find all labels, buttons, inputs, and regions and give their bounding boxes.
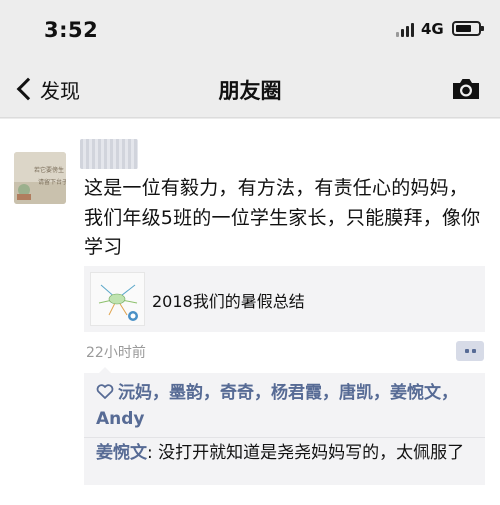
status-bar: 3:52 4G <box>0 0 500 60</box>
like-name[interactable]: 墨韵 <box>169 383 203 403</box>
likes-row: 沅妈，墨韵，奇奇，杨君霞，唐凯，姜惋文，Andy <box>96 383 458 429</box>
camera-icon[interactable] <box>451 77 481 101</box>
svg-text:若它要傍生: 若它要傍生 <box>34 166 64 174</box>
username-blurred[interactable] <box>80 139 138 169</box>
heart-icon <box>96 384 114 399</box>
nav-bar: 发现 朋友圈 <box>0 60 500 118</box>
network-label: 4G <box>421 20 444 38</box>
comment-icon <box>464 349 469 353</box>
interaction-box: 沅妈，墨韵，奇奇，杨君霞，唐凯，姜惋文，Andy 姜惋文: 没打开就知道是尧尧妈… <box>84 373 485 485</box>
svg-text:请留下台子: 请留下台子 <box>38 178 66 186</box>
status-time: 3:52 <box>44 18 99 42</box>
moment-post: 若它要傍生 请留下台子 这是一位有毅力，有方法，有责任心的妈妈，我们年级5班的一… <box>0 119 500 505</box>
like-name[interactable]: 杨君霞 <box>271 383 322 403</box>
page-title: 朋友圈 <box>218 79 282 103</box>
comment-row[interactable]: 姜惋文: 没打开就知道是尧尧妈妈写的，太佩服了 <box>96 440 481 466</box>
like-name[interactable]: 奇奇 <box>220 383 254 403</box>
link-thumbnail <box>90 272 145 326</box>
like-name[interactable]: 唐凯 <box>339 383 373 403</box>
signal-icon <box>396 23 416 37</box>
comment-separator: : <box>147 443 159 463</box>
post-text: 这是一位有毅力，有方法，有责任心的妈妈，我们年级5班的一位学生家长，只能膜拜，像… <box>84 177 481 258</box>
avatar[interactable]: 若它要傍生 请留下台子 <box>14 152 66 204</box>
comment-text: 没打开就知道是尧尧妈妈写的，太佩服了 <box>158 443 465 463</box>
battery-icon <box>452 21 484 36</box>
like-name[interactable]: 姜惋文 <box>390 383 441 403</box>
avatar-image: 若它要傍生 请留下台子 <box>14 152 66 204</box>
link-title: 2018我们的暑假总结 <box>152 292 305 311</box>
comment-button[interactable] <box>456 341 484 361</box>
like-name[interactable]: Andy <box>96 409 145 429</box>
comment-author[interactable]: 姜惋文 <box>96 443 147 463</box>
divider <box>84 437 485 438</box>
like-name[interactable]: 沅妈 <box>118 383 152 403</box>
shared-link-card[interactable]: 2018我们的暑假总结 <box>84 266 485 332</box>
post-time: 22小时前 <box>86 345 146 361</box>
